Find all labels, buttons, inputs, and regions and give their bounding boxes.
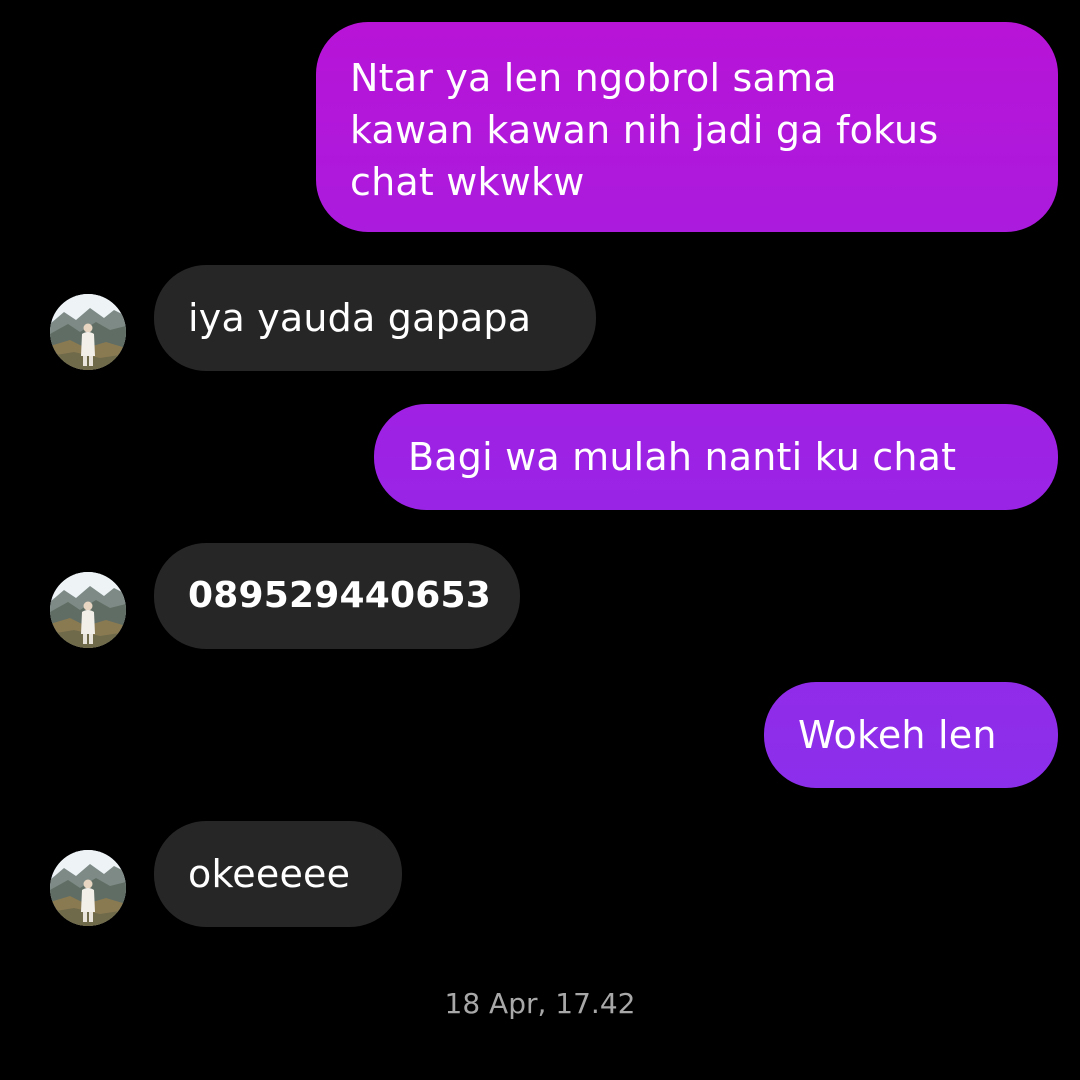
sent-message-bubble[interactable]: Wokeh len — [764, 682, 1058, 788]
sent-message-bubble[interactable]: Bagi wa mulah nanti ku chat — [374, 404, 1058, 510]
sent-message-bubble[interactable]: Ntar ya len ngobrol sama kawan kawan nih… — [316, 22, 1058, 232]
received-message-bubble[interactable]: iya yauda gapapa — [154, 265, 596, 371]
received-message-bubble[interactable]: okeeeee — [154, 821, 402, 927]
contact-avatar-icon[interactable] — [50, 572, 126, 648]
contact-avatar-icon[interactable] — [50, 294, 126, 370]
contact-avatar-icon[interactable] — [50, 850, 126, 926]
message-timestamp: 18 Apr, 17.42 — [444, 987, 636, 1020]
received-phone-number-bubble[interactable]: 089529440653 — [154, 543, 520, 649]
